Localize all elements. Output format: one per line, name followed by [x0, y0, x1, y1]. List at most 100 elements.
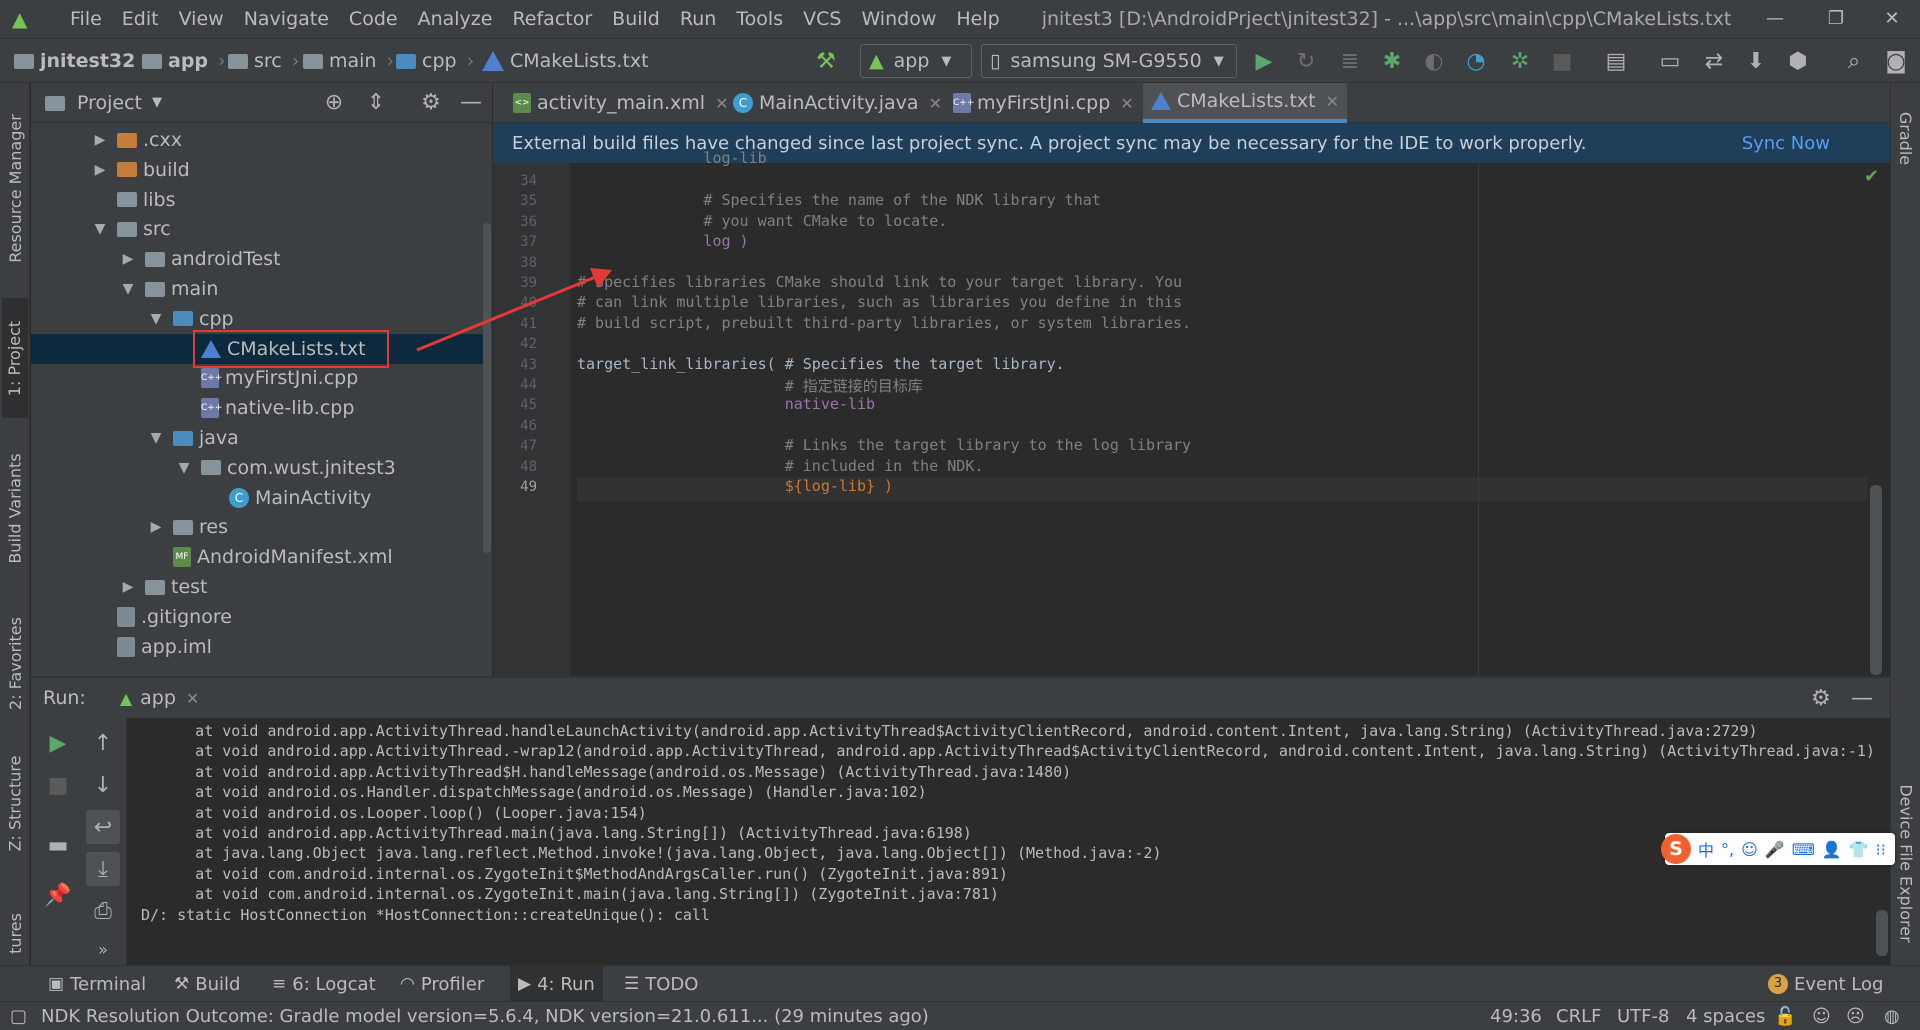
breadcrumb-cpp[interactable]: cpp › — [396, 39, 474, 83]
profile-icon[interactable]: ◔ — [1460, 45, 1492, 77]
ime-skin-icon[interactable]: 👕 — [1849, 840, 1869, 859]
avatar-icon[interactable]: ◙ — [1880, 45, 1912, 77]
tree-item[interactable]: ▶ build — [91, 155, 190, 185]
menu-file[interactable]: File — [60, 8, 112, 30]
close-icon[interactable]: ✕ — [186, 689, 199, 708]
editor-vertical-scrollbar[interactable] — [1870, 485, 1882, 675]
menu-run[interactable]: Run — [670, 8, 726, 30]
run-with-coverage-icon[interactable]: ◐ — [1418, 45, 1450, 77]
tab-structure[interactable]: Z: Structure — [2, 743, 28, 863]
indent-setting[interactable]: 4 spaces — [1686, 1002, 1765, 1030]
menu-view[interactable]: View — [169, 8, 234, 30]
tab-gradle[interactable]: Gradle — [1893, 93, 1919, 183]
tree-item[interactable]: ▼ com.wust.jnitest3 — [175, 453, 396, 483]
panel-toggle-icon[interactable]: ▢ — [10, 1002, 27, 1030]
tab-todo[interactable]: ☰ TODO — [624, 966, 698, 1002]
gear-icon[interactable]: ⚙ — [1811, 686, 1831, 711]
run-icon[interactable]: ▶ — [1248, 45, 1280, 77]
debug-bug-icon[interactable]: ✱ — [1376, 45, 1408, 77]
tab-mainactivity-java[interactable]: C MainActivity.java ✕ — [725, 83, 950, 123]
tab-build-variants[interactable]: Build Variants — [2, 438, 28, 578]
sad-face-icon[interactable]: ☹ — [1846, 1002, 1865, 1030]
rerun-icon[interactable]: ▶ — [41, 726, 75, 760]
sdk-manager-icon[interactable]: ⬇ — [1740, 45, 1772, 77]
breadcrumb-app[interactable]: app › — [142, 39, 226, 83]
gear-icon[interactable]: ⚙ — [417, 89, 445, 117]
tree-item[interactable]: ▶ res — [147, 512, 228, 542]
menu-tools[interactable]: Tools — [726, 8, 793, 30]
ime-emoji-icon[interactable]: ☺ — [1741, 840, 1758, 859]
tree-item[interactable]: ▶ .cxx — [91, 125, 182, 155]
tab-logcat[interactable]: ≡ 6: Logcat — [272, 966, 376, 1002]
menu-edit[interactable]: Edit — [112, 8, 169, 30]
close-window-button[interactable]: ✕ — [1864, 0, 1920, 38]
menu-analyze[interactable]: Analyze — [408, 8, 503, 30]
tree-item[interactable]: ▼ main — [119, 274, 219, 304]
tree-item[interactable]: C++ native-lib.cpp — [175, 393, 354, 423]
tree-item[interactable]: ▼ src — [91, 214, 171, 244]
tab-cmakelists-txt[interactable]: CMakeLists.txt ✕ — [1143, 83, 1348, 123]
close-icon[interactable]: ✕ — [929, 94, 942, 113]
pin-icon[interactable]: 📌 — [41, 878, 75, 912]
avd-manager-icon[interactable]: ▭ — [1654, 45, 1686, 77]
tree-item[interactable]: ▼ java — [147, 423, 239, 453]
chevron-down-icon[interactable]: ▼ — [152, 95, 162, 110]
ime-menu-icon[interactable]: ⁝⁝ — [1876, 840, 1886, 859]
expanded-arrow-icon[interactable]: ▼ — [175, 460, 193, 476]
ime-keyboard-icon[interactable]: ⌨ — [1792, 840, 1815, 859]
collapsed-arrow-icon[interactable]: ▶ — [147, 519, 165, 535]
tab-terminal[interactable]: ▣ Terminal — [48, 966, 146, 1002]
menu-refactor[interactable]: Refactor — [502, 8, 602, 30]
tab-activity-main-xml[interactable]: <> activity_main.xml ✕ — [505, 83, 736, 123]
tab-device-file-explorer[interactable]: Device File Explorer — [1893, 763, 1919, 963]
menu-vcs[interactable]: VCS — [793, 8, 851, 30]
menu-help[interactable]: Help — [946, 8, 1009, 30]
sync-now-link[interactable]: Sync Now — [1742, 133, 1830, 154]
breadcrumb-project[interactable]: jnitest32 › — [14, 39, 153, 83]
tree-item[interactable]: app.iml — [91, 632, 212, 662]
menu-navigate[interactable]: Navigate — [234, 8, 339, 30]
scroll-to-end-icon[interactable]: ⤓ — [86, 852, 120, 886]
tab-favorites[interactable]: 2: Favorites — [2, 603, 28, 723]
minimize-button[interactable]: — — [1747, 0, 1803, 38]
tree-item[interactable]: ▶ test — [119, 572, 208, 602]
down-arrow-icon[interactable]: ↓ — [86, 768, 120, 802]
happy-face-icon[interactable]: ☺ — [1812, 1002, 1831, 1030]
tab-build[interactable]: ⚒ Build — [174, 966, 240, 1002]
ime-chinese-toggle[interactable]: 中 — [1698, 837, 1714, 861]
more-icon[interactable]: » — [86, 932, 120, 966]
console-vertical-scrollbar[interactable] — [1876, 910, 1888, 956]
ime-voice-icon[interactable]: 🎤 — [1765, 840, 1785, 859]
tab-run[interactable]: ▶ 4: Run — [510, 966, 603, 1002]
project-vertical-scrollbar[interactable] — [483, 223, 491, 553]
lock-icon[interactable]: 🔓 — [1774, 1002, 1796, 1030]
tab-resource-manager[interactable]: Resource Manager — [2, 103, 28, 273]
attach-debugger-icon[interactable]: ✲ — [1504, 45, 1536, 77]
close-icon[interactable]: ✕ — [1326, 92, 1339, 111]
soft-wrap-icon[interactable]: ↩ — [86, 810, 120, 844]
collapsed-arrow-icon[interactable]: ▶ — [91, 132, 109, 148]
search-icon[interactable]: ⌕ — [1838, 45, 1870, 77]
sogou-logo-icon[interactable]: S — [1661, 834, 1691, 864]
stop-icon[interactable]: ■ — [1546, 45, 1578, 77]
tree-item[interactable]: ▶ androidTest — [119, 244, 281, 274]
run-config-tab[interactable]: app — [140, 687, 176, 709]
project-view-selector[interactable]: Project — [77, 92, 142, 114]
up-arrow-icon[interactable]: ↑ — [86, 726, 120, 760]
menu-window[interactable]: Window — [851, 8, 946, 30]
expanded-arrow-icon[interactable]: ▼ — [147, 430, 165, 446]
project-structure-icon[interactable]: ⬢ — [1782, 45, 1814, 77]
ime-punctuation-icon[interactable]: °, — [1721, 840, 1734, 859]
stop-icon[interactable]: ■ — [41, 768, 75, 802]
apply-code-changes-icon[interactable]: ≣ — [1334, 45, 1366, 77]
gradle-sync-icon[interactable]: ⇄ — [1698, 45, 1730, 77]
tree-item[interactable]: MF AndroidManifest.xml — [147, 542, 393, 572]
tree-item[interactable]: .gitignore — [91, 602, 232, 632]
code-editor[interactable]: log-lib # Specifies the name of the NDK … — [570, 149, 1880, 676]
breadcrumb-cmakelists[interactable]: CMakeLists.txt — [482, 39, 649, 83]
no-problems-check-icon[interactable]: ✔ — [1864, 166, 1879, 187]
maximize-button[interactable]: ❐ — [1808, 0, 1864, 38]
tab-event-log[interactable]: 3 Event Log — [1768, 966, 1883, 1002]
sync-project-icon[interactable]: ▤ — [1600, 45, 1632, 77]
tree-item[interactable]: C MainActivity — [203, 483, 371, 513]
